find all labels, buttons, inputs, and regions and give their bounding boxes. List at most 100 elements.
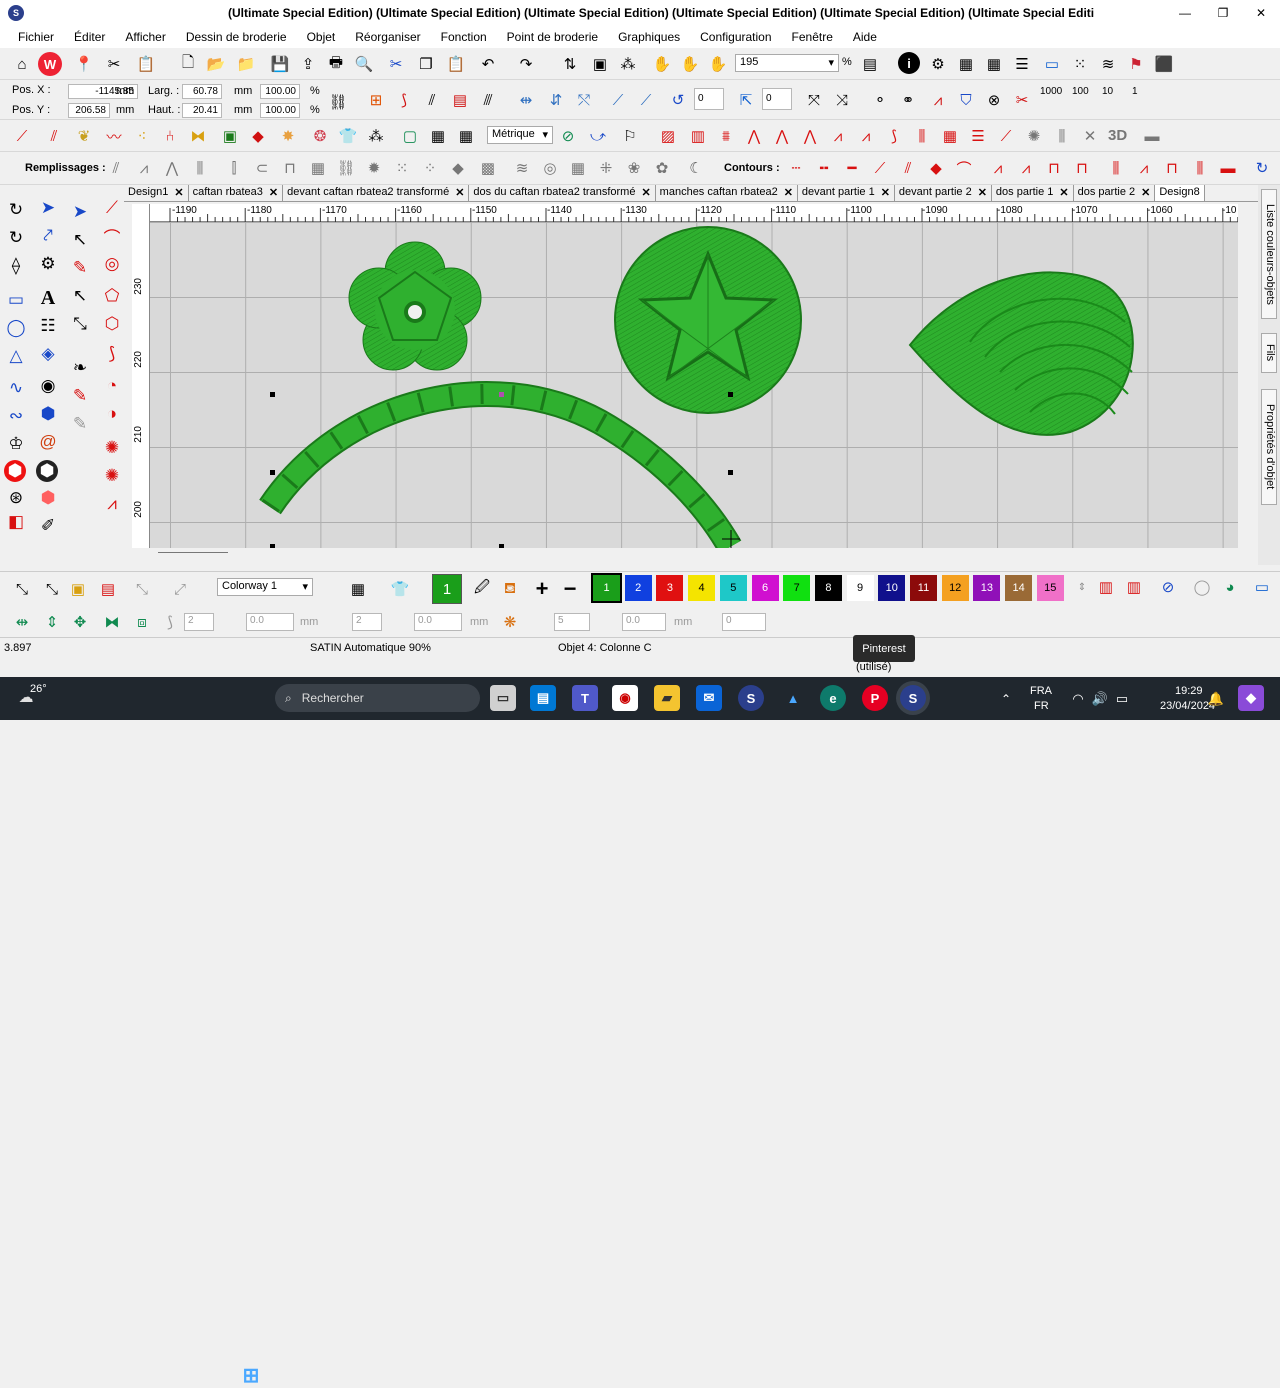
mail-icon[interactable]: ✉: [696, 685, 722, 711]
open-recent-icon[interactable]: 📁: [234, 52, 258, 76]
digitize-line-icon[interactable]: ⟋: [100, 196, 124, 220]
needle-icon[interactable]: ✎: [68, 412, 92, 436]
density-10[interactable]: 10: [1102, 86, 1113, 97]
shapes-tool-icon[interactable]: △: [4, 344, 28, 368]
office-icon[interactable]: ◉: [612, 685, 638, 711]
tie-tool-icon[interactable]: ⊛: [4, 486, 28, 510]
edge-icon[interactable]: e: [820, 685, 846, 711]
satin-effect-icon[interactable]: ⟋: [10, 124, 34, 148]
fill-pattern-13-icon[interactable]: ⟋: [994, 124, 1018, 148]
cols-field[interactable]: 2: [352, 613, 382, 631]
skew-icon[interactable]: ⟋: [606, 88, 630, 112]
clock-time[interactable]: 19:29: [1175, 685, 1203, 697]
arc-icon[interactable]: ⌒: [100, 224, 124, 248]
fill-type-8-icon[interactable]: ▦: [306, 156, 330, 180]
move-h-icon[interactable]: ⇹: [10, 610, 34, 634]
fill-pattern-10-icon[interactable]: ⫼: [910, 124, 934, 148]
menu-fichier[interactable]: Fichier: [8, 30, 64, 44]
arc-column-embroidery[interactable]: [259, 381, 742, 548]
contour-9-icon[interactable]: ⩘: [1014, 156, 1038, 180]
lettering-icon[interactable]: A: [36, 286, 60, 310]
contour-4-icon[interactable]: ⟋: [868, 156, 892, 180]
move-all-icon[interactable]: ✥: [68, 610, 92, 634]
slant-field[interactable]: 0: [762, 88, 792, 110]
fill-type-6-icon[interactable]: ⊂: [250, 156, 274, 180]
brush-icon[interactable]: ✎: [68, 256, 92, 280]
menu-afficher[interactable]: Afficher: [115, 30, 175, 44]
contour-1-icon[interactable]: ┄: [784, 156, 808, 180]
colorway-select[interactable]: Colorway 1 ▾: [217, 578, 313, 596]
density-1000[interactable]: 1000: [1040, 86, 1062, 97]
move-v-icon[interactable]: ⇕: [40, 610, 64, 634]
stitch-type-icon[interactable]: ⟆: [392, 88, 416, 112]
current-color-swatch[interactable]: 1: [432, 574, 462, 604]
radial-fill-icon[interactable]: ✺: [100, 436, 124, 460]
bezier-icon[interactable]: ∾: [4, 404, 28, 428]
fill-type-17-icon[interactable]: ▦: [566, 156, 590, 180]
panel-tab-color-list[interactable]: Liste couleurs-objets: [1261, 189, 1277, 319]
fill-pattern-1-icon[interactable]: ▨: [656, 124, 680, 148]
panel-tab-object-properties[interactable]: Propriétés d'objet: [1261, 389, 1277, 505]
star-icon[interactable]: ✸: [276, 124, 300, 148]
panel-tab-threads[interactable]: Fils: [1261, 333, 1277, 373]
app-logo-icon[interactable]: S: [8, 5, 24, 21]
circle-color-icon[interactable]: ◯: [1190, 575, 1214, 599]
color-swatch[interactable]: 2: [624, 575, 652, 601]
zoom-box-icon[interactable]: ✋: [678, 52, 702, 76]
color-swatch[interactable]: 7: [783, 575, 811, 601]
pink-hexagon-icon[interactable]: ⬢: [36, 486, 60, 510]
dots-icon[interactable]: ⁖: [130, 124, 154, 148]
needle-tool-icon[interactable]: ⤡: [10, 577, 34, 601]
contour-8-icon[interactable]: ⩘: [986, 156, 1010, 180]
cut-thread-icon[interactable]: ✂: [1010, 88, 1034, 112]
tab-dos-partie-1[interactable]: dos partie 1 ✕: [992, 185, 1074, 201]
color-palette-icon[interactable]: ▦: [346, 577, 370, 601]
tatami-effect-icon[interactable]: ⫽: [42, 124, 66, 148]
menu-dessin[interactable]: Dessin de broderie: [176, 30, 297, 44]
grid-dots-icon[interactable]: ⁙: [1068, 52, 1092, 76]
distribute-icon[interactable]: ⤢: [168, 577, 192, 601]
zoom-select[interactable]: 195 ▾: [735, 54, 839, 72]
angle-field[interactable]: 0.0: [622, 613, 666, 631]
select-point-icon[interactable]: ↖: [68, 228, 92, 252]
embroidery-app-active-icon[interactable]: S: [900, 685, 926, 711]
wave-icon[interactable]: 〰: [102, 124, 126, 148]
fill-type-16-icon[interactable]: ◎: [538, 156, 562, 180]
teardrop-embroidery[interactable]: [908, 271, 1134, 436]
color-swatch[interactable]: 4: [688, 575, 716, 601]
fill-type-11-icon[interactable]: ⁙: [390, 156, 414, 180]
export-icon[interactable]: ⇪: [296, 52, 320, 76]
density-100[interactable]: 100: [1072, 86, 1089, 97]
needle-tool-2-icon[interactable]: ⤡: [40, 577, 64, 601]
fill-type-2-icon[interactable]: ⩘: [132, 156, 156, 180]
pattern-icon[interactable]: ⚐: [618, 124, 642, 148]
slant-icon[interactable]: ⟋: [634, 88, 658, 112]
pin-icon[interactable]: 📍: [72, 52, 96, 76]
eyedropper-icon[interactable]: 🖉: [470, 577, 494, 601]
contour-13-icon[interactable]: ⩘: [1132, 156, 1156, 180]
star-circle-embroidery[interactable]: [614, 226, 802, 414]
home-icon[interactable]: ⌂: [10, 52, 34, 76]
contour-10-icon[interactable]: ⊓: [1042, 156, 1066, 180]
fill-pattern-5-icon[interactable]: ⋀: [770, 124, 794, 148]
close-button[interactable]: ✕: [1242, 0, 1280, 26]
rows-field[interactable]: 2: [184, 613, 214, 631]
star-fill-icon[interactable]: ✺: [100, 464, 124, 488]
color-swatch[interactable]: 14: [1005, 575, 1033, 601]
menu-configuration[interactable]: Configuration: [690, 30, 781, 44]
circular-array-icon[interactable]: ❋: [498, 610, 522, 634]
fill-pattern-3-icon[interactable]: ⩩: [714, 124, 738, 148]
volume-icon[interactable]: 🔊: [1088, 687, 1112, 711]
knife-icon[interactable]: ⚙: [36, 252, 60, 276]
travel-icon[interactable]: ⇅: [558, 52, 582, 76]
stop-icon[interactable]: ⊗: [982, 88, 1006, 112]
tab-dos-partie-2[interactable]: dos partie 2 ✕: [1074, 185, 1156, 201]
fill-pattern-4-icon[interactable]: ⋀: [742, 124, 766, 148]
close-icon[interactable]: ✕: [1059, 186, 1068, 200]
rotate-icon[interactable]: ⤲: [572, 88, 596, 112]
tab-design1[interactable]: Design1 ✕: [124, 185, 189, 201]
contour-6-icon[interactable]: ◆: [924, 156, 948, 180]
color-swatch[interactable]: 3: [656, 575, 684, 601]
ellipse-icon[interactable]: ◎: [100, 252, 124, 276]
3d-icon[interactable]: 3D: [1108, 127, 1127, 144]
